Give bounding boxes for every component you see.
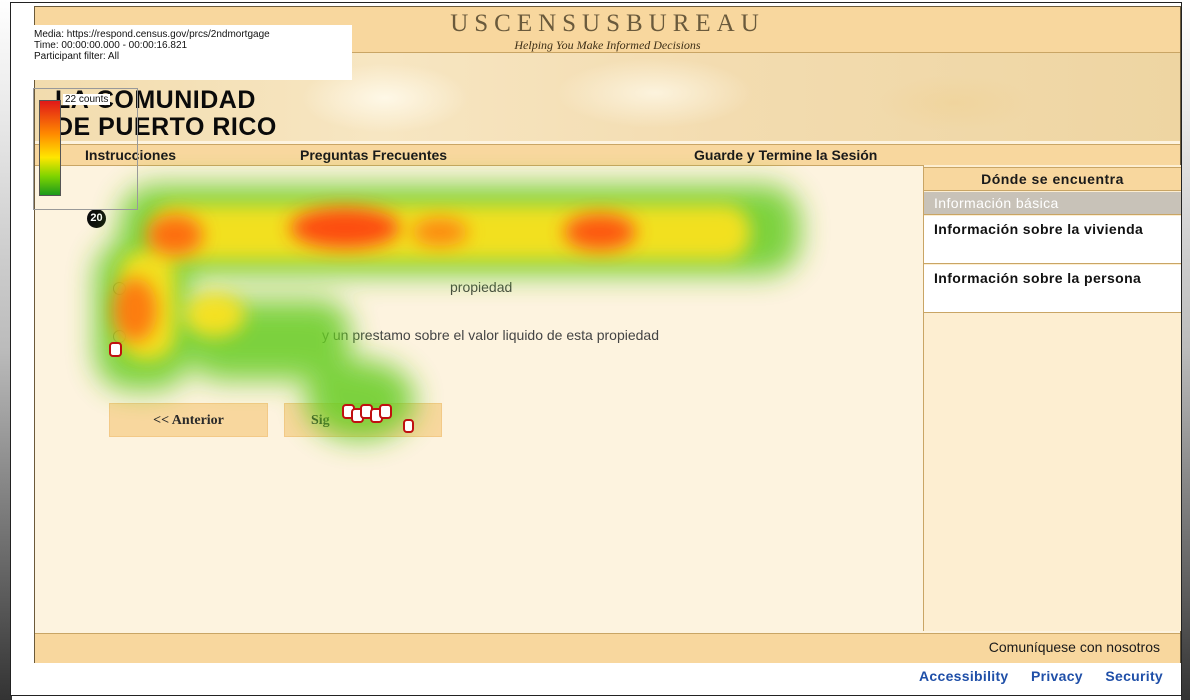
contact-us-link[interactable]: Comuníquese con nosotros — [989, 639, 1160, 655]
participant-filter-label: Participant filter: All — [34, 51, 120, 62]
sidebar-item-housing-info[interactable]: Información sobre la vivienda — [924, 216, 1181, 264]
privacy-link[interactable]: Privacy — [1031, 668, 1083, 684]
radio-button-c[interactable] — [113, 329, 126, 343]
answer-option-c-label: y un prestamo sobre el valor liquido de … — [322, 327, 659, 343]
question-number-badge: 20 — [87, 209, 106, 228]
sidebar-item-basic-info: Información básica — [924, 192, 1181, 215]
footer-links: Accessibility Privacy Security — [901, 668, 1163, 686]
time-range-label: Time: 00:00:00.000 - 00:00:16.821 — [34, 40, 188, 51]
next-button[interactable]: Sig — [284, 403, 442, 437]
heatmap-info-panel: Media: https://respond.census.gov/prcs/2… — [32, 25, 352, 80]
heatmap-legend-count: 22 counts — [63, 94, 111, 105]
progress-sidebar: Dónde se encuentra Información básica In… — [923, 165, 1181, 631]
sidebar-item-person-info[interactable]: Información sobre la persona — [924, 265, 1181, 313]
census-page: USCENSUSBUREAU Helping You Make Informed… — [34, 6, 1181, 663]
nav-faq-link[interactable]: Preguntas Frecuentes — [300, 147, 447, 163]
accessibility-link[interactable]: Accessibility — [919, 668, 1009, 684]
footer-bar: Comuníquese con nosotros — [35, 633, 1180, 663]
nav-bar: Instrucciones Preguntas Frecuentes Guard… — [35, 144, 1180, 166]
heatmap-legend-gradient — [39, 100, 61, 196]
answer-option-a[interactable]: propiedad — [113, 279, 512, 295]
nav-save-exit-link[interactable]: Guarde y Termine la Sesión — [694, 147, 877, 163]
answer-option-a-label: propiedad — [450, 279, 513, 295]
answer-option-c[interactable]: y un prestamo sobre el valor liquido de … — [113, 327, 659, 343]
right-edge-shadow — [1181, 0, 1190, 700]
previous-button[interactable]: << Anterior — [109, 403, 268, 437]
security-link[interactable]: Security — [1105, 668, 1163, 684]
media-url-label: Media: https://respond.census.gov/prcs/2… — [34, 29, 270, 40]
radio-button-a[interactable] — [113, 281, 126, 295]
sidebar-header: Dónde se encuentra — [924, 167, 1181, 191]
